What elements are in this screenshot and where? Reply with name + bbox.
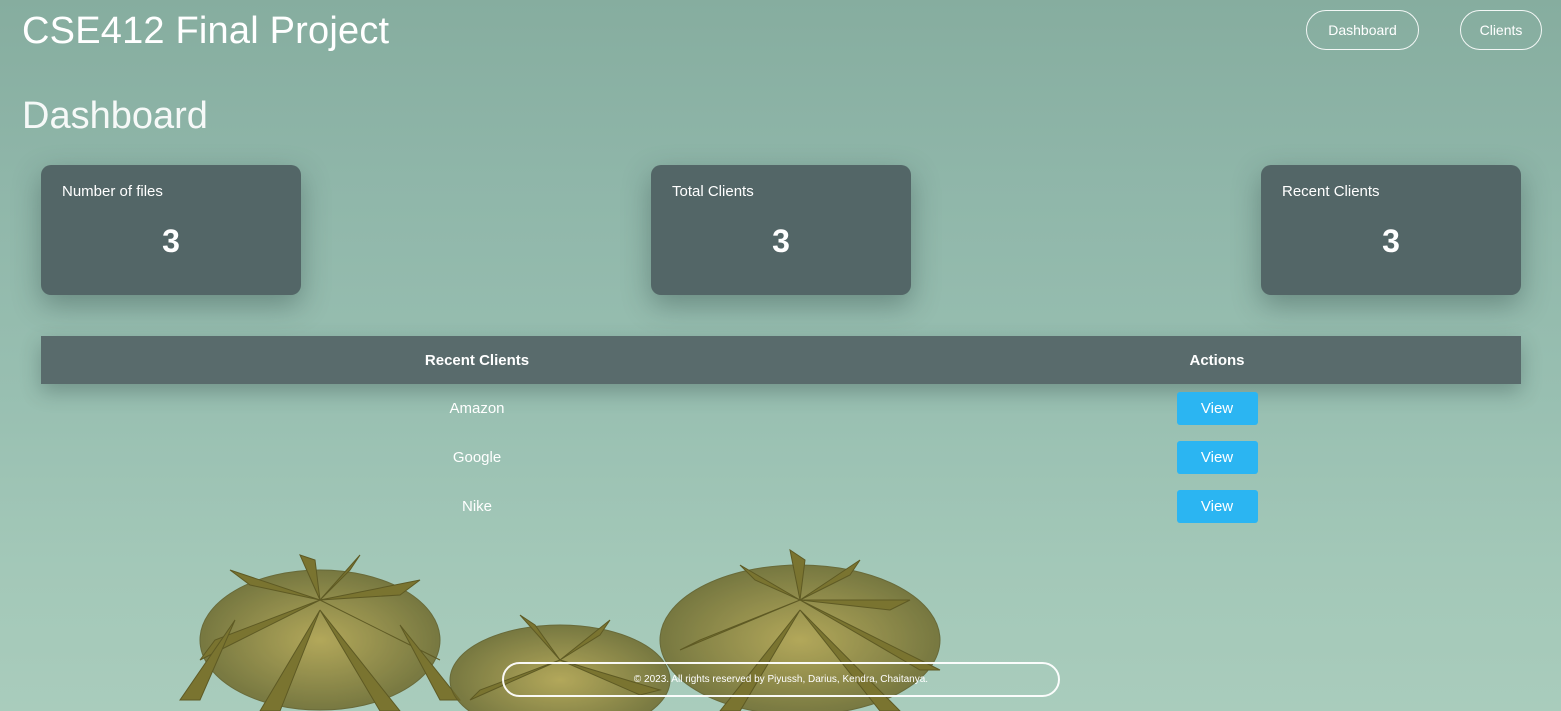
client-name-cell: Google [452,449,502,466]
actions-cell: View [913,384,1521,433]
stat-label: Number of files [62,183,163,200]
stat-card-total-clients: Total Clients 3 [651,165,911,295]
column-header-recent-clients: Recent Clients [424,351,530,369]
stat-value: 3 [162,223,180,259]
page-title: Dashboard [22,95,208,137]
stat-label: Recent Clients [1282,183,1380,200]
nav-clients-button[interactable]: Clients [1460,10,1542,50]
actions-cell: View [913,433,1521,482]
footer: © 2023. All rights reserved by Piyussh, … [502,662,1060,697]
stat-card-recent-clients: Recent Clients 3 [1261,165,1521,295]
client-name-cell: Amazon [449,400,505,417]
site-title: CSE412 Final Project [22,10,390,52]
stat-value: 3 [1382,223,1400,259]
view-button[interactable]: View [1176,392,1258,425]
table-row: Google View [41,433,1521,482]
stat-card-number-of-files: Number of files 3 [41,165,301,295]
footer-copyright-text: © 2023. All rights reserved by Piyussh, … [633,674,929,685]
palm-tree-left [179,554,462,711]
table-header-row: Recent Clients Actions [41,336,1521,384]
view-button[interactable]: View [1176,441,1258,474]
recent-clients-table: Recent Clients Actions Amazon View Googl… [41,336,1521,531]
view-button[interactable]: View [1176,490,1258,523]
nav-dashboard-button[interactable]: Dashboard [1306,10,1419,50]
stat-value: 3 [772,223,790,259]
table-row: Amazon View [41,384,1521,433]
actions-cell: View [913,482,1521,531]
column-header-actions: Actions [1189,351,1245,369]
stat-label: Total Clients [672,183,754,200]
client-name-cell: Nike [461,498,492,515]
table-row: Nike View [41,482,1521,531]
